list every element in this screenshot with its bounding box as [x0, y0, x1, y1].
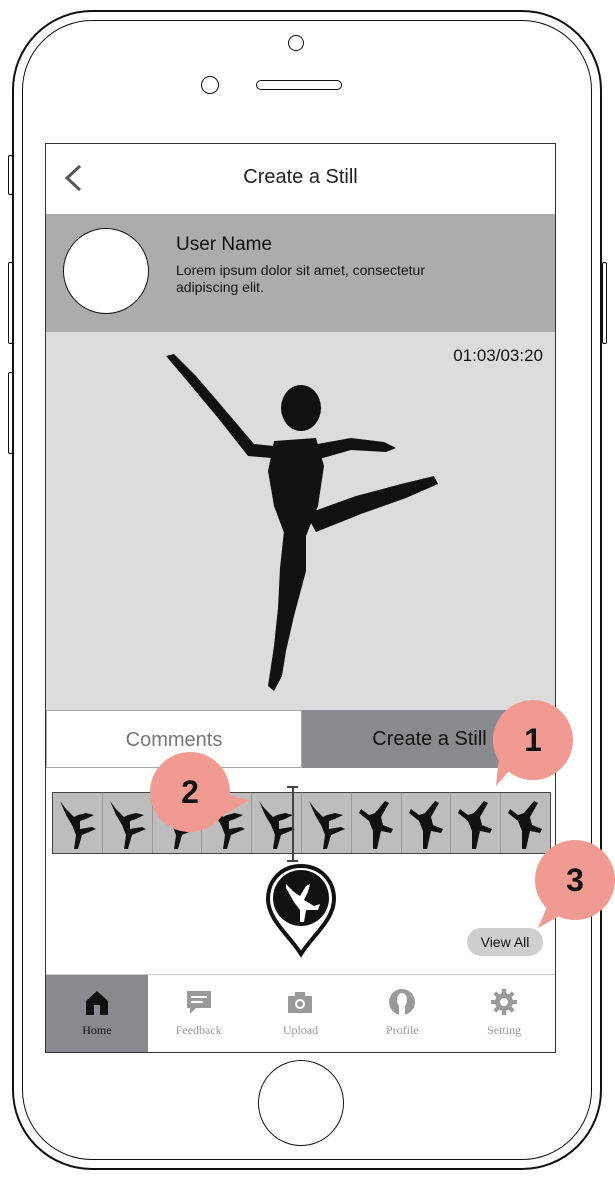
tabbar-item-feedback[interactable]: Feedback: [148, 975, 250, 1052]
user-name: User Name: [176, 234, 273, 255]
video-player[interactable]: 01:03/03:20: [46, 332, 555, 710]
view-all-button[interactable]: View All: [467, 928, 543, 956]
dancer-thumbnail-icon: [358, 801, 393, 849]
dancer-thumbnail-icon: [408, 801, 443, 849]
tabbar-label: Upload: [282, 1023, 319, 1037]
home-icon: [85, 991, 108, 1015]
tabbar-item-home[interactable]: Home: [46, 975, 148, 1052]
volume-up-button: [8, 262, 13, 344]
tabbar-label: Home: [82, 1023, 112, 1037]
tabbar-item-upload[interactable]: Upload: [250, 975, 352, 1052]
front-camera: [201, 76, 219, 94]
filmstrip-frame[interactable]: [451, 793, 502, 853]
power-button: [602, 262, 607, 344]
volume-down-button: [8, 372, 13, 454]
user-description: Lorem ipsum dolor sit amet, consectetur …: [176, 262, 425, 295]
dancer-thumbnail-icon: [508, 801, 543, 849]
content-tabs: Comments Create a Still: [46, 710, 555, 768]
dancer-thumbnail-icon: [308, 801, 345, 849]
tabbar-item-profile[interactable]: Profile: [351, 975, 453, 1052]
filmstrip-frame[interactable]: [103, 793, 153, 853]
dancer-thumbnail-icon: [60, 801, 96, 849]
callout-3: 3: [535, 840, 615, 920]
filmstrip-frame[interactable]: [352, 793, 402, 853]
gear-icon: [491, 989, 518, 1015]
person-icon: [389, 989, 416, 1015]
tabbar-label: Profile: [385, 1023, 419, 1037]
scrubber-cap-top: [287, 786, 298, 788]
mute-switch: [8, 155, 13, 195]
capture-still-pin-button[interactable]: [264, 862, 338, 958]
dancer-silhouette-image: [166, 354, 438, 691]
dancer-thumbnail-icon: [458, 801, 493, 849]
user-header: User Name Lorem ipsum dolor sit amet, co…: [46, 214, 555, 332]
scrubber-handle[interactable]: [292, 786, 294, 862]
filmstrip-frame[interactable]: [402, 793, 452, 853]
camera-icon: [288, 992, 313, 1013]
video-filmstrip[interactable]: [52, 792, 551, 854]
filmstrip-frame[interactable]: [252, 793, 302, 853]
avatar[interactable]: [63, 228, 149, 314]
home-hardware-button[interactable]: [258, 1060, 344, 1146]
bottom-tab-bar: Home Feedback Upload Profile Setting: [46, 974, 555, 1052]
callout-1: 1: [493, 700, 573, 780]
earpiece-speaker: [256, 80, 342, 90]
tabbar-label: Setting: [487, 1023, 522, 1037]
chat-bubble-icon: [186, 991, 211, 1014]
navigation-bar: Create a Still: [46, 144, 555, 214]
tabbar-label: Feedback: [175, 1023, 222, 1037]
dancer-thumbnail-icon: [109, 801, 146, 849]
tabbar-item-setting[interactable]: Setting: [453, 975, 555, 1052]
page-title: Create a Still: [243, 166, 358, 188]
video-timestamp: 01:03/03:20: [453, 346, 543, 365]
filmstrip-frame[interactable]: [53, 793, 103, 853]
sensor-dot: [288, 35, 304, 51]
callout-2: 2: [150, 752, 230, 832]
app-screen: Create a Still User Name Lorem ipsum dol…: [45, 143, 556, 1053]
filmstrip-frame[interactable]: [302, 793, 352, 853]
filmstrip-frame[interactable]: [501, 793, 550, 853]
dancer-thumbnail-icon: [259, 801, 296, 849]
